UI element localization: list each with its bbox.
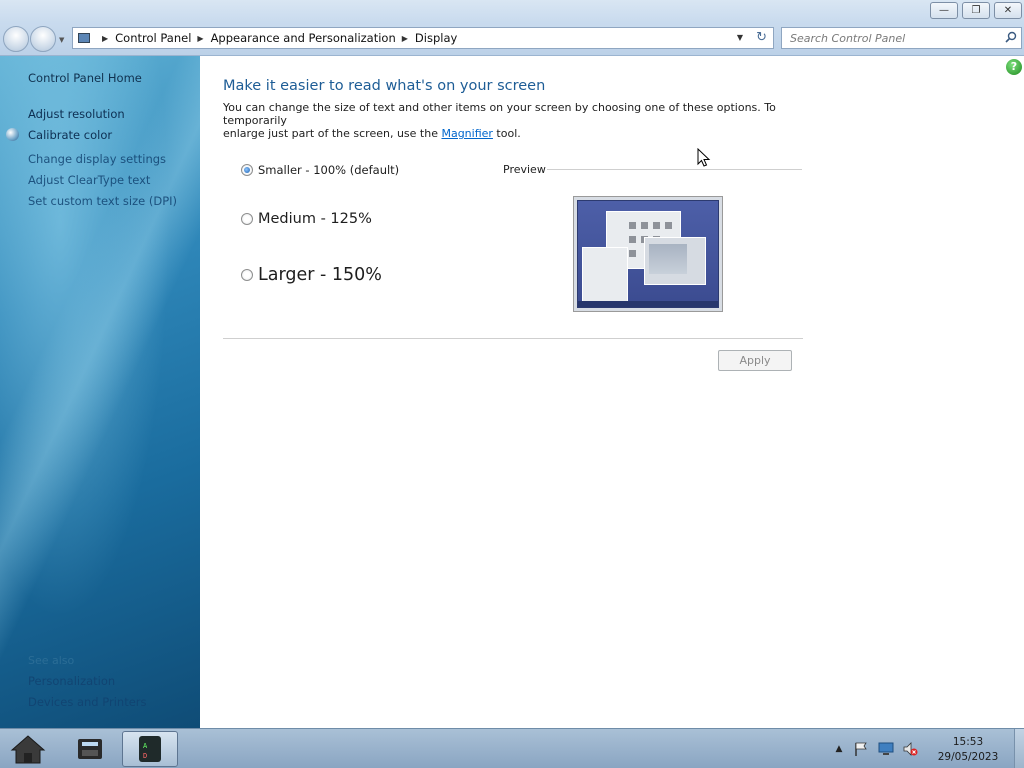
option-medium[interactable]: Medium - 125% xyxy=(241,211,372,227)
help-icon[interactable]: ? xyxy=(1006,59,1022,75)
sidebar-item-change-display-settings[interactable]: Change display settings xyxy=(28,152,166,166)
see-also-heading: See also xyxy=(28,654,75,667)
option-larger-label: Larger - 150% xyxy=(258,265,382,285)
title-bar: — ❐ ✕ xyxy=(0,0,1024,22)
sidebar: Control Panel Home Adjust resolution Cal… xyxy=(0,56,200,728)
chevron-right-icon[interactable]: ▶ xyxy=(402,34,408,43)
computer-icon xyxy=(78,33,90,43)
preview-window-list xyxy=(582,247,628,303)
taskbar-app-active[interactable]: A D xyxy=(122,731,178,767)
close-button[interactable]: ✕ xyxy=(994,2,1022,19)
network-icon[interactable] xyxy=(878,741,894,757)
search-icon[interactable] xyxy=(1005,31,1017,43)
search-input[interactable]: Search Control Panel xyxy=(781,27,1022,49)
sidebar-item-personalization[interactable]: Personalization xyxy=(28,674,115,688)
page-title: Make it easier to read what's on your sc… xyxy=(223,78,546,94)
minimize-icon: — xyxy=(939,5,949,16)
magnifier-link[interactable]: Magnifier xyxy=(441,127,492,140)
description-line-2: enlarge just part of the screen, use the xyxy=(223,127,442,140)
preview-window-front xyxy=(644,237,706,285)
chevron-right-icon[interactable]: ▶ xyxy=(102,34,108,43)
taskbar-home-button[interactable] xyxy=(0,731,56,767)
taskbar-app-printer[interactable] xyxy=(62,731,118,767)
taskbar-clock[interactable]: 15:53 29/05/2023 xyxy=(928,735,1008,765)
action-center-flag-icon[interactable] xyxy=(853,741,869,757)
breadcrumb-control-panel[interactable]: Control Panel xyxy=(115,31,191,45)
option-medium-label: Medium - 125% xyxy=(258,211,372,227)
search-placeholder: Search Control Panel xyxy=(790,32,906,45)
sidebar-item-devices-printers[interactable]: Devices and Printers xyxy=(28,695,147,709)
show-desktop-button[interactable] xyxy=(1014,729,1024,768)
option-smaller-label: Smaller - 100% (default) xyxy=(258,163,400,177)
recent-pages-dropdown-icon[interactable]: ▼ xyxy=(59,36,64,44)
sidebar-item-control-panel-home[interactable]: Control Panel Home xyxy=(28,71,142,85)
app-icon: A D xyxy=(139,736,161,762)
refresh-icon[interactable]: ↻ xyxy=(756,30,767,45)
section-divider xyxy=(223,338,803,339)
radio-medium[interactable] xyxy=(241,213,253,225)
breadcrumb-appearance[interactable]: Appearance and Personalization xyxy=(211,31,396,45)
show-hidden-icons-icon[interactable]: ▲ xyxy=(831,741,847,757)
home-icon xyxy=(10,735,46,764)
address-bar[interactable]: ▶ Control Panel ▶ Appearance and Persona… xyxy=(72,27,774,49)
preview-image xyxy=(573,196,723,312)
description-tail: tool. xyxy=(492,127,521,140)
preview-taskbar xyxy=(578,301,718,307)
radio-larger[interactable] xyxy=(241,269,253,281)
window-controls: — ❐ ✕ xyxy=(930,2,1022,19)
option-smaller[interactable]: Smaller - 100% (default) xyxy=(241,163,399,177)
main-content: ? Make it easier to read what's on your … xyxy=(200,56,1024,728)
minimize-button[interactable]: — xyxy=(930,2,958,19)
close-icon: ✕ xyxy=(1003,5,1013,16)
option-larger[interactable]: Larger - 150% xyxy=(241,265,382,285)
navigation-bar: ▼ ▶ Control Panel ▶ Appearance and Perso… xyxy=(0,22,1024,56)
sidebar-item-calibrate-color[interactable]: Calibrate color xyxy=(28,128,112,142)
shield-icon xyxy=(6,128,19,141)
taskbar: A D ▲ 15:53 29/05/2023 xyxy=(0,728,1024,768)
preview-divider xyxy=(547,169,802,170)
sidebar-item-adjust-cleartype[interactable]: Adjust ClearType text xyxy=(28,173,150,187)
mouse-cursor-icon xyxy=(697,148,711,167)
clock-time: 15:53 xyxy=(952,736,984,748)
volume-muted-icon[interactable] xyxy=(902,741,918,757)
sidebar-item-adjust-resolution[interactable]: Adjust resolution xyxy=(28,107,125,121)
description-line-1: You can change the size of text and othe… xyxy=(223,101,776,127)
printer-icon xyxy=(78,739,102,759)
breadcrumb-display[interactable]: Display xyxy=(415,31,457,45)
clock-date: 29/05/2023 xyxy=(937,751,999,763)
radio-smaller[interactable] xyxy=(241,164,253,176)
restore-button[interactable]: ❐ xyxy=(962,2,990,19)
address-dropdown-icon[interactable]: ▼ xyxy=(737,33,743,42)
chevron-right-icon[interactable]: ▶ xyxy=(197,34,203,43)
back-button[interactable] xyxy=(3,26,29,52)
restore-icon: ❐ xyxy=(971,5,981,16)
preview-screen xyxy=(577,200,719,308)
sidebar-item-custom-text-size[interactable]: Set custom text size (DPI) xyxy=(28,194,177,208)
forward-button[interactable] xyxy=(30,26,56,52)
svg-text:D: D xyxy=(143,752,147,760)
preview-label: Preview xyxy=(503,163,546,176)
apply-button[interactable]: Apply xyxy=(718,350,792,371)
page-description: You can change the size of text and othe… xyxy=(223,101,823,140)
